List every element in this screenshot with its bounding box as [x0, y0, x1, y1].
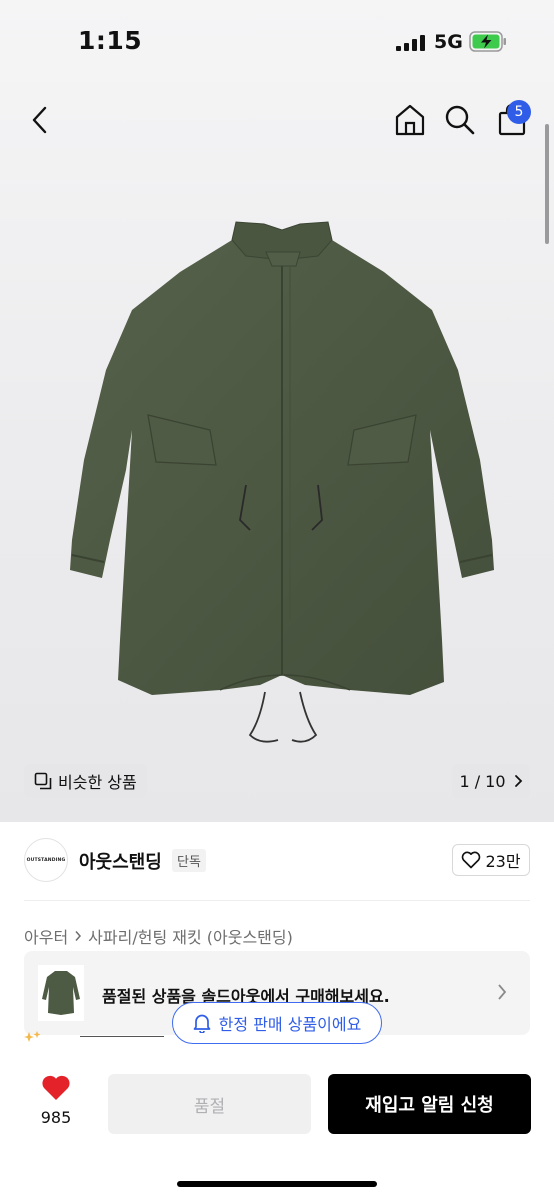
chevron-right-icon — [498, 984, 507, 1000]
bell-icon — [193, 1014, 211, 1033]
brand-like-count: 23만 — [485, 852, 521, 871]
sparkle-icon — [24, 1031, 41, 1042]
brand-name[interactable]: 아웃스탠딩 — [79, 848, 162, 874]
home-icon — [395, 104, 425, 136]
search-button[interactable] — [440, 100, 480, 140]
product-thumbnail — [38, 965, 84, 1021]
exclusive-badge: 단독 — [172, 849, 206, 872]
status-bar: 1:15 5G — [0, 0, 554, 80]
divider — [24, 900, 530, 901]
home-indicator[interactable] — [177, 1181, 377, 1187]
limited-sale-tooltip: 한정 판매 상품이에요 — [172, 1002, 382, 1044]
similar-products-label: 비슷한 상품 — [58, 773, 137, 792]
similar-products-button[interactable]: 비슷한 상품 — [24, 764, 147, 798]
page-indicator-text: 1 / 10 — [459, 771, 506, 791]
breadcrumb: 아우터 사파리/헌팅 재킷 (아웃스탠딩) — [24, 924, 293, 948]
chevron-right-icon — [75, 931, 82, 941]
soldout-button[interactable]: 품절 — [108, 1074, 311, 1134]
heart-filled-icon — [42, 1075, 70, 1100]
favorite-button[interactable]: 985 — [32, 1074, 80, 1127]
brand-like-button[interactable]: 23만 — [452, 844, 530, 876]
chevron-right-icon — [514, 775, 522, 787]
heart-outline-icon — [462, 851, 481, 869]
restock-alert-button[interactable]: 재입고 알림 신청 — [328, 1074, 531, 1134]
image-page-indicator[interactable]: 1 / 10 — [452, 764, 530, 798]
network-label: 5G — [434, 31, 463, 53]
breadcrumb-item-category[interactable]: 사파리/헌팅 재킷 (아웃스탠딩) — [88, 924, 293, 948]
signal-icon — [396, 35, 425, 51]
status-time: 1:15 — [78, 26, 143, 55]
breadcrumb-item-outer[interactable]: 아우터 — [24, 924, 68, 948]
brand-logo[interactable]: OUTSTANDING — [24, 838, 68, 882]
copy-icon — [34, 772, 52, 790]
back-button[interactable] — [20, 100, 60, 140]
underline-decoration — [80, 1036, 164, 1037]
limited-sale-text: 한정 판매 상품이에요 — [218, 1015, 362, 1034]
brand-logo-text: OUTSTANDING — [26, 857, 66, 863]
product-image[interactable] — [60, 200, 504, 780]
search-icon — [445, 105, 475, 135]
chevron-left-icon — [32, 106, 47, 134]
battery-icon — [469, 31, 506, 52]
favorite-count: 985 — [40, 1108, 72, 1127]
home-button[interactable] — [390, 100, 430, 140]
cart-count-badge: 5 — [507, 100, 531, 124]
scrollbar[interactable] — [545, 124, 549, 244]
